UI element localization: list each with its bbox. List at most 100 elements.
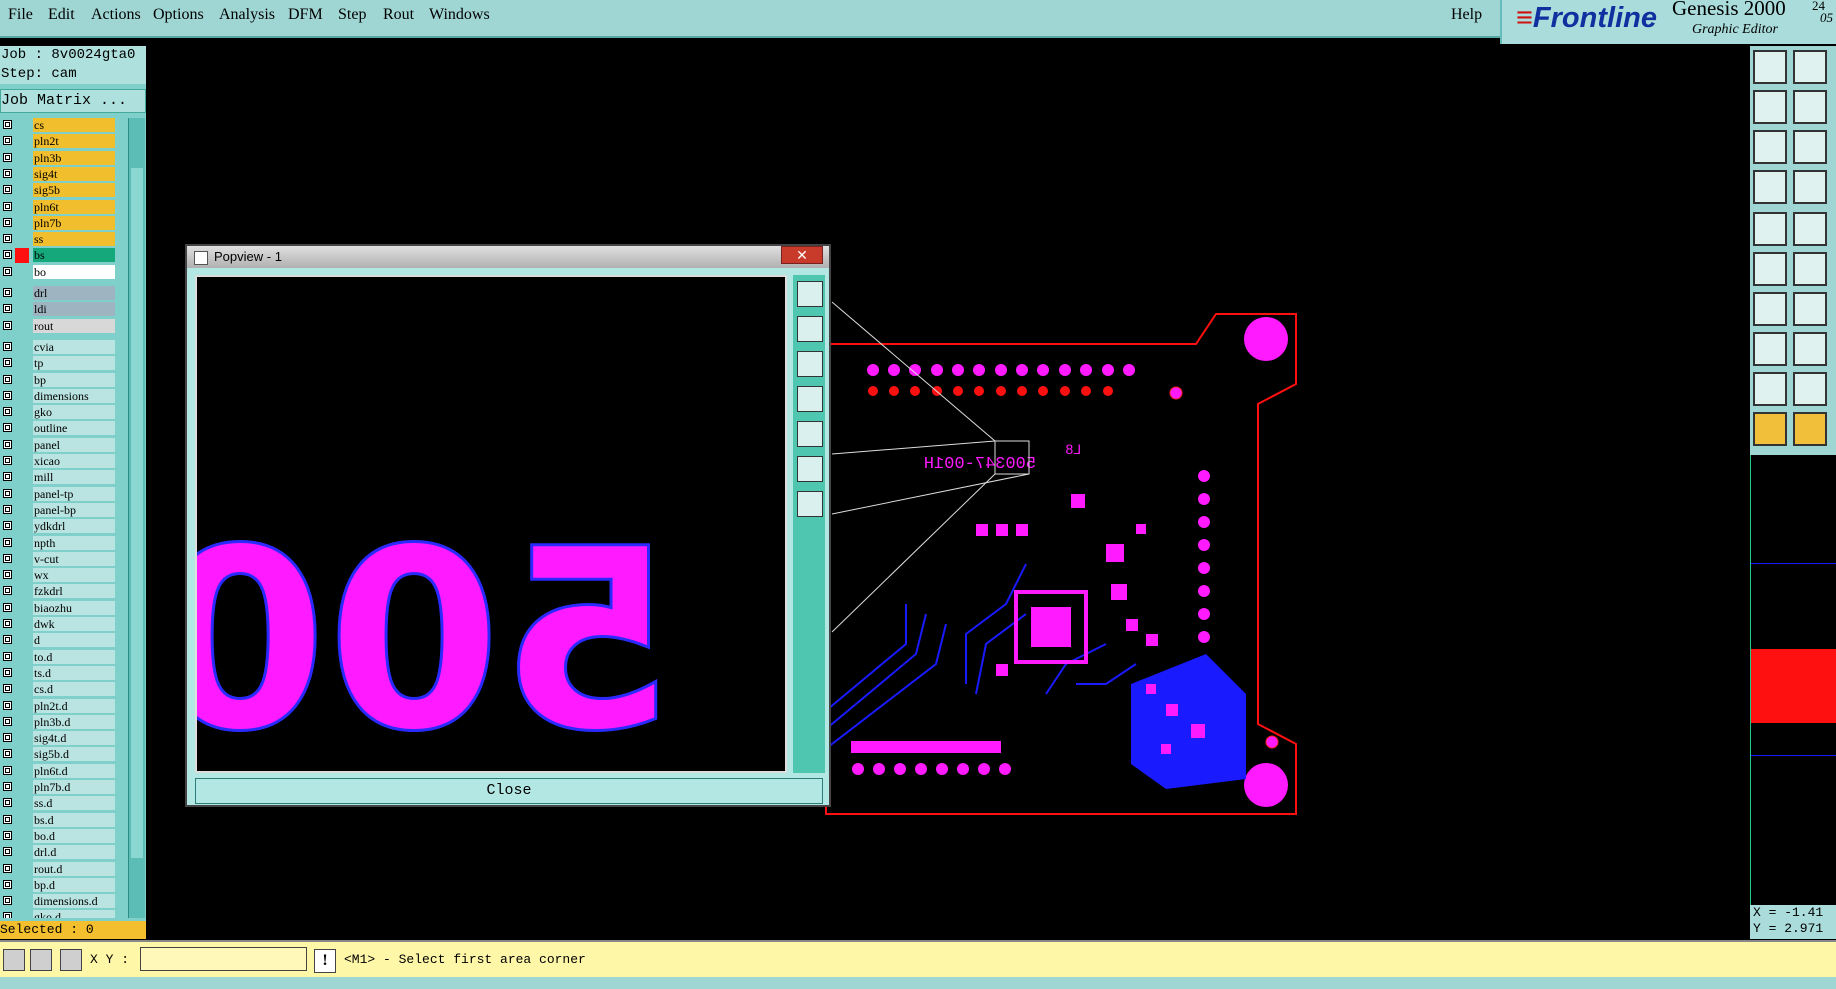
layer-color-swatch[interactable] xyxy=(15,454,29,469)
layer-row[interactable]: panel-tp xyxy=(0,486,118,502)
pan-left-icon[interactable] xyxy=(797,386,823,412)
layer-name[interactable]: ts.d xyxy=(33,665,115,680)
diagonal-icon[interactable] xyxy=(1793,292,1827,326)
layer-color-swatch[interactable] xyxy=(15,536,29,551)
layer-name[interactable]: bp xyxy=(33,372,115,387)
layer-checkbox[interactable] xyxy=(3,488,12,498)
layer-color-swatch[interactable] xyxy=(15,747,29,762)
layer-checkbox[interactable] xyxy=(3,439,12,449)
layer-row[interactable]: d xyxy=(0,633,118,648)
warning-icon[interactable]: ! xyxy=(314,949,336,973)
layer-name[interactable]: bp.d xyxy=(33,877,115,892)
scroll-thumb[interactable] xyxy=(131,168,143,858)
layer-row[interactable]: panel-bp xyxy=(0,502,118,518)
layer-color-swatch[interactable] xyxy=(15,373,29,388)
layer-row[interactable]: drl.d xyxy=(0,845,118,860)
layer-color-swatch[interactable] xyxy=(15,894,29,909)
layer-name[interactable]: panel-tp xyxy=(33,486,115,501)
layer-color-swatch[interactable] xyxy=(15,910,29,918)
layer-row[interactable]: cs xyxy=(0,118,118,133)
layer-color-swatch[interactable] xyxy=(15,829,29,844)
pan-up-icon[interactable] xyxy=(797,316,823,342)
layer-row[interactable]: drl xyxy=(0,286,118,301)
menu-actions[interactable]: Actions xyxy=(91,6,141,24)
layer-color-swatch[interactable] xyxy=(15,878,29,893)
layer-name[interactable]: sig4t.d xyxy=(33,731,115,746)
layer-checkbox[interactable] xyxy=(3,863,12,873)
layer-color-swatch[interactable] xyxy=(15,764,29,779)
layer-name[interactable]: cs.d xyxy=(33,682,115,697)
layer-row[interactable]: ts.d xyxy=(0,665,118,681)
layer-row[interactable]: sig4t.d xyxy=(0,731,118,746)
layer-checkbox[interactable] xyxy=(3,185,12,195)
pan-left-icon[interactable] xyxy=(1753,90,1787,124)
layer-color-swatch[interactable] xyxy=(15,601,29,616)
zoom-area-icon[interactable] xyxy=(1793,130,1827,164)
layer-checkbox[interactable] xyxy=(3,667,12,677)
layer-color-swatch[interactable] xyxy=(15,584,29,599)
layer-name[interactable]: gko xyxy=(33,405,115,420)
layer-row[interactable]: xicao xyxy=(0,454,118,469)
layer-row[interactable]: gko.d xyxy=(0,910,118,918)
layer-color-swatch[interactable] xyxy=(15,340,29,355)
overview-panel[interactable] xyxy=(1750,455,1836,905)
layer-name[interactable]: cs xyxy=(33,118,115,132)
popview-close-button[interactable]: Close xyxy=(195,778,823,804)
layer-checkbox[interactable] xyxy=(3,912,12,918)
layer-color-swatch[interactable] xyxy=(15,813,29,828)
layer-row[interactable]: cs.d xyxy=(0,682,118,697)
layer-row[interactable]: dimensions.d xyxy=(0,894,118,909)
layer-color-swatch[interactable] xyxy=(15,796,29,811)
layer-checkbox[interactable] xyxy=(3,407,12,417)
layer-row[interactable]: bo.d xyxy=(0,828,118,844)
grid-icon[interactable] xyxy=(1793,170,1827,204)
pan-down-icon[interactable] xyxy=(1793,50,1827,84)
layer-checkbox[interactable] xyxy=(3,733,12,743)
angle-icon[interactable] xyxy=(1753,292,1787,326)
select-arrow-icon[interactable] xyxy=(1753,412,1787,446)
menu-options[interactable]: Options xyxy=(153,6,204,24)
layer-name[interactable]: drl.d xyxy=(33,845,115,860)
layer-color-swatch[interactable] xyxy=(15,302,29,317)
menu-help[interactable]: Help xyxy=(1451,6,1482,24)
zoom-in-icon[interactable] xyxy=(797,456,823,482)
xy-input[interactable] xyxy=(140,947,307,971)
layer-row[interactable]: bs.d xyxy=(0,812,118,828)
layer-name[interactable]: pln3b.d xyxy=(33,714,115,729)
layer-name[interactable]: pln2t.d xyxy=(33,698,115,713)
layer-name[interactable]: mill xyxy=(33,470,115,485)
layer-row[interactable]: bs xyxy=(0,248,118,264)
layer-checkbox[interactable] xyxy=(3,120,12,129)
layer-color-swatch[interactable] xyxy=(15,780,29,795)
dash-icon[interactable] xyxy=(1793,332,1827,366)
layer-color-swatch[interactable] xyxy=(15,862,29,877)
layer-color-swatch[interactable] xyxy=(15,248,29,264)
layer-checkbox[interactable] xyxy=(3,553,12,563)
layer-color-swatch[interactable] xyxy=(15,421,29,436)
layer-checkbox[interactable] xyxy=(3,201,12,211)
layer-name[interactable]: npth xyxy=(33,535,115,550)
layer-color-swatch[interactable] xyxy=(15,232,29,247)
layer-color-swatch[interactable] xyxy=(15,265,29,280)
layer-row[interactable]: cvia xyxy=(0,339,118,355)
triangle-alt-icon[interactable] xyxy=(1793,372,1827,406)
layer-checkbox[interactable] xyxy=(3,217,12,227)
layer-color-swatch[interactable] xyxy=(15,731,29,746)
menu-step[interactable]: Step xyxy=(338,6,366,24)
layer-name[interactable]: drl xyxy=(33,286,115,300)
layer-checkbox[interactable] xyxy=(3,749,12,759)
layer-row[interactable]: ss.d xyxy=(0,796,118,811)
select-arrow-alt-icon[interactable] xyxy=(1793,412,1827,446)
layer-name[interactable]: sig4t xyxy=(33,166,115,181)
layer-row[interactable]: rout.d xyxy=(0,861,118,877)
snap-mode-icon[interactable] xyxy=(3,949,25,971)
layer-row[interactable]: ldi xyxy=(0,302,118,317)
layer-row[interactable]: bp xyxy=(0,372,118,388)
layer-name[interactable]: biaozhu xyxy=(33,600,115,615)
layer-checkbox[interactable] xyxy=(3,635,12,645)
layer-name[interactable]: cvia xyxy=(33,339,115,354)
layer-scrollbar[interactable] xyxy=(128,118,145,918)
layer-row[interactable]: fzkdrl xyxy=(0,584,118,599)
layer-color-swatch[interactable] xyxy=(15,118,29,133)
layer-row[interactable]: pln3b xyxy=(0,150,118,166)
